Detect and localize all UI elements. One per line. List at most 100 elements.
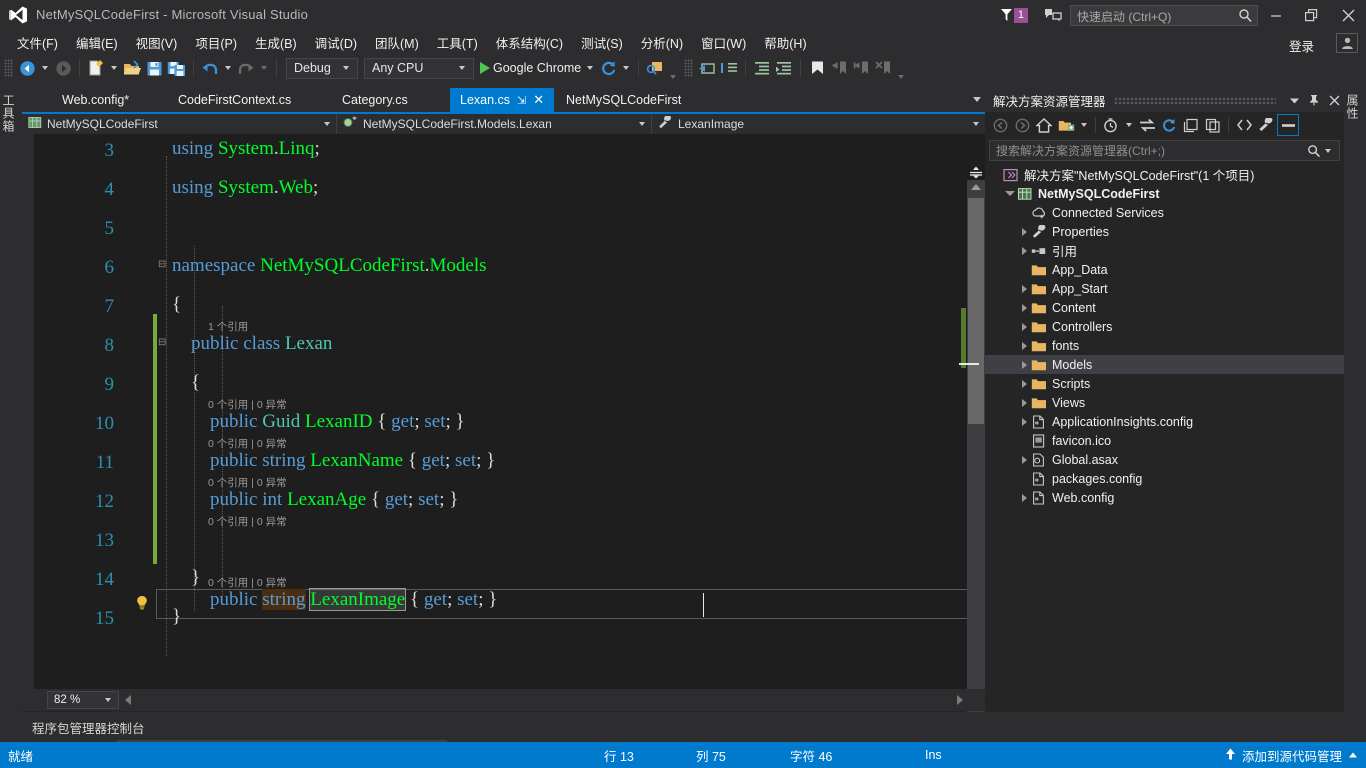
- twisty-right-icon[interactable]: [1017, 398, 1031, 407]
- codelens-annotation[interactable]: 1 个引用: [208, 319, 248, 334]
- home-icon[interactable]: [1033, 114, 1055, 136]
- solution-configuration-combo[interactable]: Debug: [286, 57, 358, 79]
- codelens-annotation[interactable]: 0 个引用 | 0 异常: [208, 436, 287, 451]
- undo-dropdown-icon[interactable]: [225, 66, 231, 70]
- code-line-current[interactable]: public string LexanImage { get; set; }: [172, 588, 497, 611]
- editor-vertical-scrollbar[interactable]: [959, 164, 985, 735]
- code-line[interactable]: public class Lexan: [172, 333, 332, 355]
- tab-overflow-icon[interactable]: [971, 93, 983, 108]
- close-icon[interactable]: ✕: [533, 92, 544, 108]
- search-dropdown-icon[interactable]: [1325, 148, 1331, 153]
- close-button[interactable]: [1330, 0, 1366, 30]
- user-account-icon[interactable]: [1336, 33, 1358, 53]
- tree-item-15[interactable]: Global.asax: [985, 450, 1344, 469]
- package-manager-console-strip[interactable]: 程序包管理器控制台: [22, 712, 985, 742]
- navigate-back-icon[interactable]: [16, 57, 38, 79]
- menu-item-7[interactable]: 工具(T): [428, 30, 487, 55]
- menu-item-8[interactable]: 体系结构(C): [487, 30, 572, 55]
- nav-project-dropdown[interactable]: NetMySQLCodeFirst: [22, 114, 337, 134]
- sync-icon[interactable]: [1136, 114, 1158, 136]
- quick-launch-input[interactable]: 快速启动 (Ctrl+Q): [1070, 4, 1258, 26]
- tree-item-11[interactable]: Scripts: [985, 374, 1344, 393]
- new-folder-icon[interactable]: [1055, 114, 1077, 136]
- scroll-up-arrow-icon[interactable]: [971, 184, 981, 190]
- step-over-icon[interactable]: [718, 57, 740, 79]
- twisty-right-icon[interactable]: [1017, 246, 1031, 255]
- twisty-right-icon[interactable]: [1017, 341, 1031, 350]
- new-item-dropdown-icon[interactable]: [111, 66, 117, 70]
- forward-icon[interactable]: [1011, 114, 1033, 136]
- play-icon[interactable]: [480, 62, 490, 74]
- scroll-right-arrow-icon[interactable]: [957, 695, 963, 705]
- run-target-dropdown-icon[interactable]: [587, 66, 594, 70]
- toolbar-grip-2[interactable]: [684, 59, 694, 77]
- restore-button[interactable]: [1294, 0, 1330, 30]
- pending-changes-dropdown-icon[interactable]: [1126, 123, 1132, 127]
- menu-item-4[interactable]: 生成(B): [246, 30, 306, 55]
- refresh-icon[interactable]: [597, 57, 619, 79]
- twisty-down-icon[interactable]: [1003, 191, 1017, 196]
- increase-indent-icon[interactable]: [751, 57, 773, 79]
- twisty-right-icon[interactable]: [1017, 417, 1031, 426]
- codelens-annotation[interactable]: 0 个引用 | 0 异常: [208, 397, 287, 412]
- decrease-indent-icon[interactable]: [773, 57, 795, 79]
- chevron-up-icon[interactable]: [1348, 748, 1358, 762]
- editor-tab-0[interactable]: Web.config*: [52, 88, 139, 112]
- tree-item-9[interactable]: fonts: [985, 336, 1344, 355]
- tree-item-12[interactable]: Views: [985, 393, 1344, 412]
- toolbox-tab[interactable]: 工具箱: [0, 88, 17, 139]
- tree-item-16[interactable]: packages.config: [985, 469, 1344, 488]
- step-into-icon[interactable]: [696, 57, 718, 79]
- tree-item-3[interactable]: Properties: [985, 222, 1344, 241]
- navigate-forward-icon[interactable]: [52, 57, 74, 79]
- refresh-icon[interactable]: [1158, 114, 1180, 136]
- code-line[interactable]: public Guid LexanID { get; set; }: [172, 411, 465, 433]
- menu-item-5[interactable]: 调试(D): [306, 30, 366, 55]
- twisty-right-icon[interactable]: [1017, 303, 1031, 312]
- menu-item-12[interactable]: 帮助(H): [755, 30, 815, 55]
- editor-horizontal-scrollbar[interactable]: [123, 691, 985, 709]
- editor-tab-2[interactable]: Category.cs: [332, 88, 418, 112]
- zoom-level-combo[interactable]: 82 %: [47, 691, 119, 709]
- find-icon[interactable]: [644, 57, 666, 79]
- codelens-annotation[interactable]: 0 个引用 | 0 异常: [208, 575, 287, 590]
- new-item-icon[interactable]: [85, 57, 107, 79]
- code-text[interactable]: 3 using System.Linq; 4 using System.Web; 5 6 n…: [22, 134, 967, 689]
- code-line[interactable]: public int LexanAge { get; set; }: [172, 489, 458, 511]
- prev-bookmark-icon[interactable]: [828, 57, 850, 79]
- code-line[interactable]: using System.Web;: [172, 177, 318, 199]
- refresh-dropdown-icon[interactable]: [623, 66, 630, 70]
- run-target-label[interactable]: Google Chrome: [493, 61, 581, 75]
- twisty-right-icon[interactable]: [1017, 227, 1031, 236]
- tree-item-0[interactable]: 解决方案"NetMySQLCodeFirst"(1 个项目): [985, 165, 1344, 184]
- menu-item-3[interactable]: 项目(P): [186, 30, 246, 55]
- copy-icon[interactable]: [1202, 114, 1224, 136]
- codelens-annotation[interactable]: 0 个引用 | 0 异常: [208, 514, 287, 529]
- twisty-right-icon[interactable]: [1017, 322, 1031, 331]
- pending-changes-icon[interactable]: [1100, 114, 1122, 136]
- tree-item-5[interactable]: App_Data: [985, 260, 1344, 279]
- panel-pin-icon[interactable]: [1304, 89, 1324, 111]
- tree-item-4[interactable]: 引用: [985, 241, 1344, 260]
- solution-explorer-search[interactable]: 搜索解决方案资源管理器(Ctrl+;): [989, 140, 1340, 161]
- clear-bookmark-icon[interactable]: [872, 57, 894, 79]
- codelens-annotation[interactable]: 0 个引用 | 0 异常: [208, 475, 287, 490]
- notifications[interactable]: 1: [1000, 7, 1028, 23]
- panel-close-icon[interactable]: [1324, 89, 1344, 111]
- redo-icon[interactable]: [235, 57, 257, 79]
- magnifier-icon[interactable]: [1307, 144, 1321, 158]
- toolbar-grip[interactable]: [4, 59, 13, 77]
- undo-icon[interactable]: [199, 57, 221, 79]
- preview-selected-icon[interactable]: [1277, 114, 1299, 136]
- menu-item-11[interactable]: 窗口(W): [692, 30, 755, 55]
- redo-dropdown-icon[interactable]: [261, 66, 267, 70]
- nav-type-dropdown[interactable]: NetMySQLCodeFirst.Models.Lexan: [337, 114, 652, 134]
- panel-menu-chevron-down-icon[interactable]: [1284, 89, 1304, 111]
- twisty-right-icon[interactable]: [1017, 360, 1031, 369]
- open-file-icon[interactable]: [121, 57, 143, 79]
- editor-tab-3[interactable]: Lexan.cs ⇲ ✕: [450, 88, 555, 112]
- menu-item-10[interactable]: 分析(N): [632, 30, 692, 55]
- tree-item-10[interactable]: Models: [985, 355, 1344, 374]
- nav-member-dropdown[interactable]: LexanImage: [652, 114, 985, 134]
- new-folder-dropdown-icon[interactable]: [1081, 123, 1087, 127]
